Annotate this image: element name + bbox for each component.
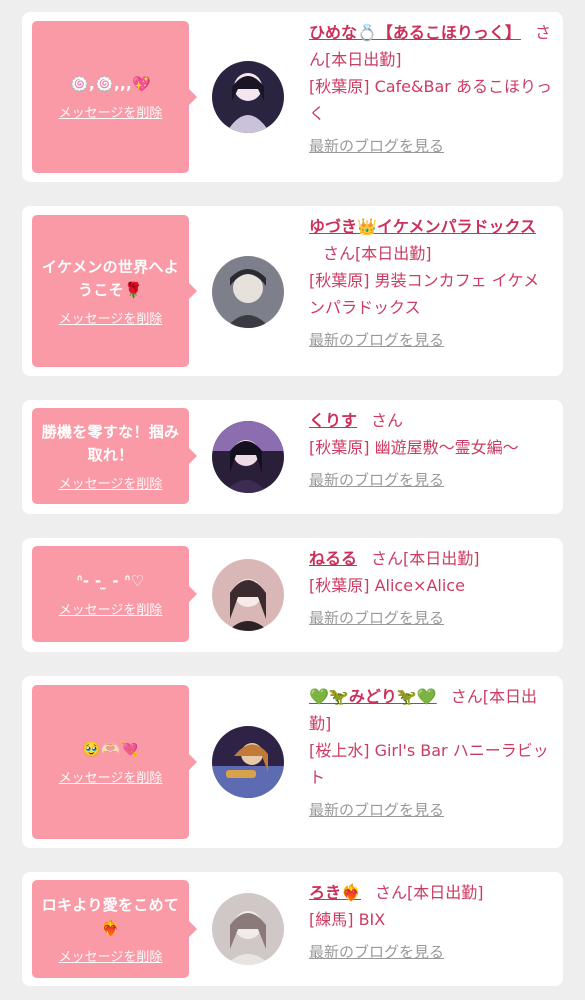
latest-blog-link[interactable]: 最新のブログを見る bbox=[309, 797, 444, 824]
cast-info: 💚🦖みどり🦖💚 さん[本日出勤] [桜上水] Girl's Bar ハニーラビット… bbox=[309, 683, 555, 824]
latest-blog-link[interactable]: 最新のブログを見る bbox=[309, 605, 444, 632]
avatar[interactable] bbox=[212, 726, 284, 798]
cast-name-link[interactable]: ゆづき👑イケメンパラドックス bbox=[309, 217, 536, 236]
san-label: さん bbox=[323, 244, 356, 263]
avatar-photo bbox=[212, 61, 284, 133]
cast-card: 勝機を零すな！掴み取れ！ メッセージを削除 くりす さん [秋葉原] 幽遊屋敷〜霊… bbox=[22, 400, 563, 514]
avatar[interactable] bbox=[212, 256, 284, 328]
delete-message-link[interactable]: メッセージを削除 bbox=[59, 473, 163, 492]
bubble-message: ᐢ‐ ‐ ̫ ‐ ᐢ♡ bbox=[76, 572, 145, 590]
avatar[interactable] bbox=[212, 421, 284, 493]
avatar[interactable] bbox=[212, 61, 284, 133]
san-label: さん bbox=[374, 883, 407, 902]
cast-info: ゆづき👑イケメンパラドックスさん[本日出勤] [秋葉原] 男装コンカフェ イケメ… bbox=[309, 213, 555, 354]
message-bubble: 勝機を零すな！掴み取れ！ メッセージを削除 bbox=[32, 408, 197, 504]
cast-info: ひめな💍【あるこほりっく】 さん[本日出勤] [秋葉原] Cafe&Bar あるこ… bbox=[309, 19, 555, 160]
avatar-photo bbox=[212, 893, 284, 965]
bubble-message: 勝機を零すな！掴み取れ！ bbox=[41, 422, 180, 464]
bubble-message: 🍥,🍥,,,💖 bbox=[70, 75, 151, 93]
shop-name: [秋葉原] Alice×Alice bbox=[309, 576, 465, 595]
shop-name: [秋葉原] 男装コンカフェ イケメンパラドックス bbox=[309, 271, 540, 317]
latest-blog-link[interactable]: 最新のブログを見る bbox=[309, 939, 444, 966]
san-label: さん bbox=[371, 549, 404, 568]
avatar-photo bbox=[212, 421, 284, 493]
latest-blog-link[interactable]: 最新のブログを見る bbox=[309, 327, 444, 354]
message-bubble: ᐢ‐ ‐ ̫ ‐ ᐢ♡ メッセージを削除 bbox=[32, 546, 197, 642]
cast-name-link[interactable]: ねるる bbox=[309, 549, 357, 568]
cast-info: くりす さん [秋葉原] 幽遊屋敷〜霊女編〜 最新のブログを見る bbox=[309, 407, 555, 494]
avatar-photo bbox=[212, 256, 284, 328]
bubble-message: イケメンの世界へようこそ🌹 bbox=[41, 257, 180, 299]
message-bubble: ロキより愛をこめて❤️‍🔥 メッセージを削除 bbox=[32, 880, 197, 978]
cast-info: ねるる さん[本日出勤] [秋葉原] Alice×Alice 最新のブログを見る bbox=[309, 545, 555, 632]
cast-card: 🍥,🍥,,,💖 メッセージを削除 ひめな💍【あるこほりっく】 さん[本日出勤] [… bbox=[22, 12, 563, 182]
shop-name: [秋葉原] Cafe&Bar あるこほりっく bbox=[309, 77, 552, 123]
attendance-status: [本日出勤] bbox=[406, 883, 484, 902]
message-bubble: 🍥,🍥,,,💖 メッセージを削除 bbox=[32, 21, 197, 173]
attendance-status: [本日出勤] bbox=[355, 244, 432, 263]
delete-message-link[interactable]: メッセージを削除 bbox=[59, 946, 163, 965]
shop-name: [桜上水] Girl's Bar ハニーラビット bbox=[309, 741, 549, 787]
cast-info: ろき❤️‍🔥 さん[本日出勤] [練馬] BIX 最新のブログを見る bbox=[309, 879, 555, 966]
shop-name: [練馬] BIX bbox=[309, 910, 386, 929]
san-label: さん bbox=[371, 411, 404, 430]
avatar-photo bbox=[212, 726, 284, 798]
delete-message-link[interactable]: メッセージを削除 bbox=[59, 599, 163, 618]
latest-blog-link[interactable]: 最新のブログを見る bbox=[309, 133, 444, 160]
bubble-message: 🥹🫶🏻💘 bbox=[82, 740, 139, 758]
attendance-status: [本日出勤] bbox=[325, 50, 402, 69]
avatar-photo bbox=[212, 559, 284, 631]
latest-blog-link[interactable]: 最新のブログを見る bbox=[309, 467, 444, 494]
avatar[interactable] bbox=[212, 893, 284, 965]
avatar[interactable] bbox=[212, 559, 284, 631]
shop-name: [秋葉原] 幽遊屋敷〜霊女編〜 bbox=[309, 438, 519, 457]
message-bubble: 🥹🫶🏻💘 メッセージを削除 bbox=[32, 685, 197, 839]
delete-message-link[interactable]: メッセージを削除 bbox=[59, 308, 163, 327]
cast-name-link[interactable]: ろき❤️‍🔥 bbox=[309, 883, 361, 902]
attendance-status: [本日出勤] bbox=[403, 549, 480, 568]
cast-card: ロキより愛をこめて❤️‍🔥 メッセージを削除 ろき❤️‍🔥 さん[本日出勤] [練… bbox=[22, 872, 563, 986]
cast-name-link[interactable]: 💚🦖みどり🦖💚 bbox=[309, 687, 437, 706]
delete-message-link[interactable]: メッセージを削除 bbox=[59, 767, 163, 786]
delete-message-link[interactable]: メッセージを削除 bbox=[59, 102, 163, 121]
cast-name-link[interactable]: くりす bbox=[309, 411, 357, 430]
san-label: さん bbox=[450, 687, 483, 706]
bubble-message: ロキより愛をこめて❤️‍🔥 bbox=[41, 895, 180, 937]
cast-name-link[interactable]: ひめな💍【あるこほりっく】 bbox=[309, 23, 521, 42]
cast-card: イケメンの世界へようこそ🌹 メッセージを削除 ゆづき👑イケメンパラドックスさん[… bbox=[22, 206, 563, 376]
cast-card: 🥹🫶🏻💘 メッセージを削除 💚🦖みどり🦖💚 さん[本日出勤] [桜上水] Girl… bbox=[22, 676, 563, 848]
cast-card: ᐢ‐ ‐ ̫ ‐ ᐢ♡ メッセージを削除 ねるる さん[本日出勤] [秋葉原] A… bbox=[22, 538, 563, 652]
message-bubble: イケメンの世界へようこそ🌹 メッセージを削除 bbox=[32, 215, 197, 367]
